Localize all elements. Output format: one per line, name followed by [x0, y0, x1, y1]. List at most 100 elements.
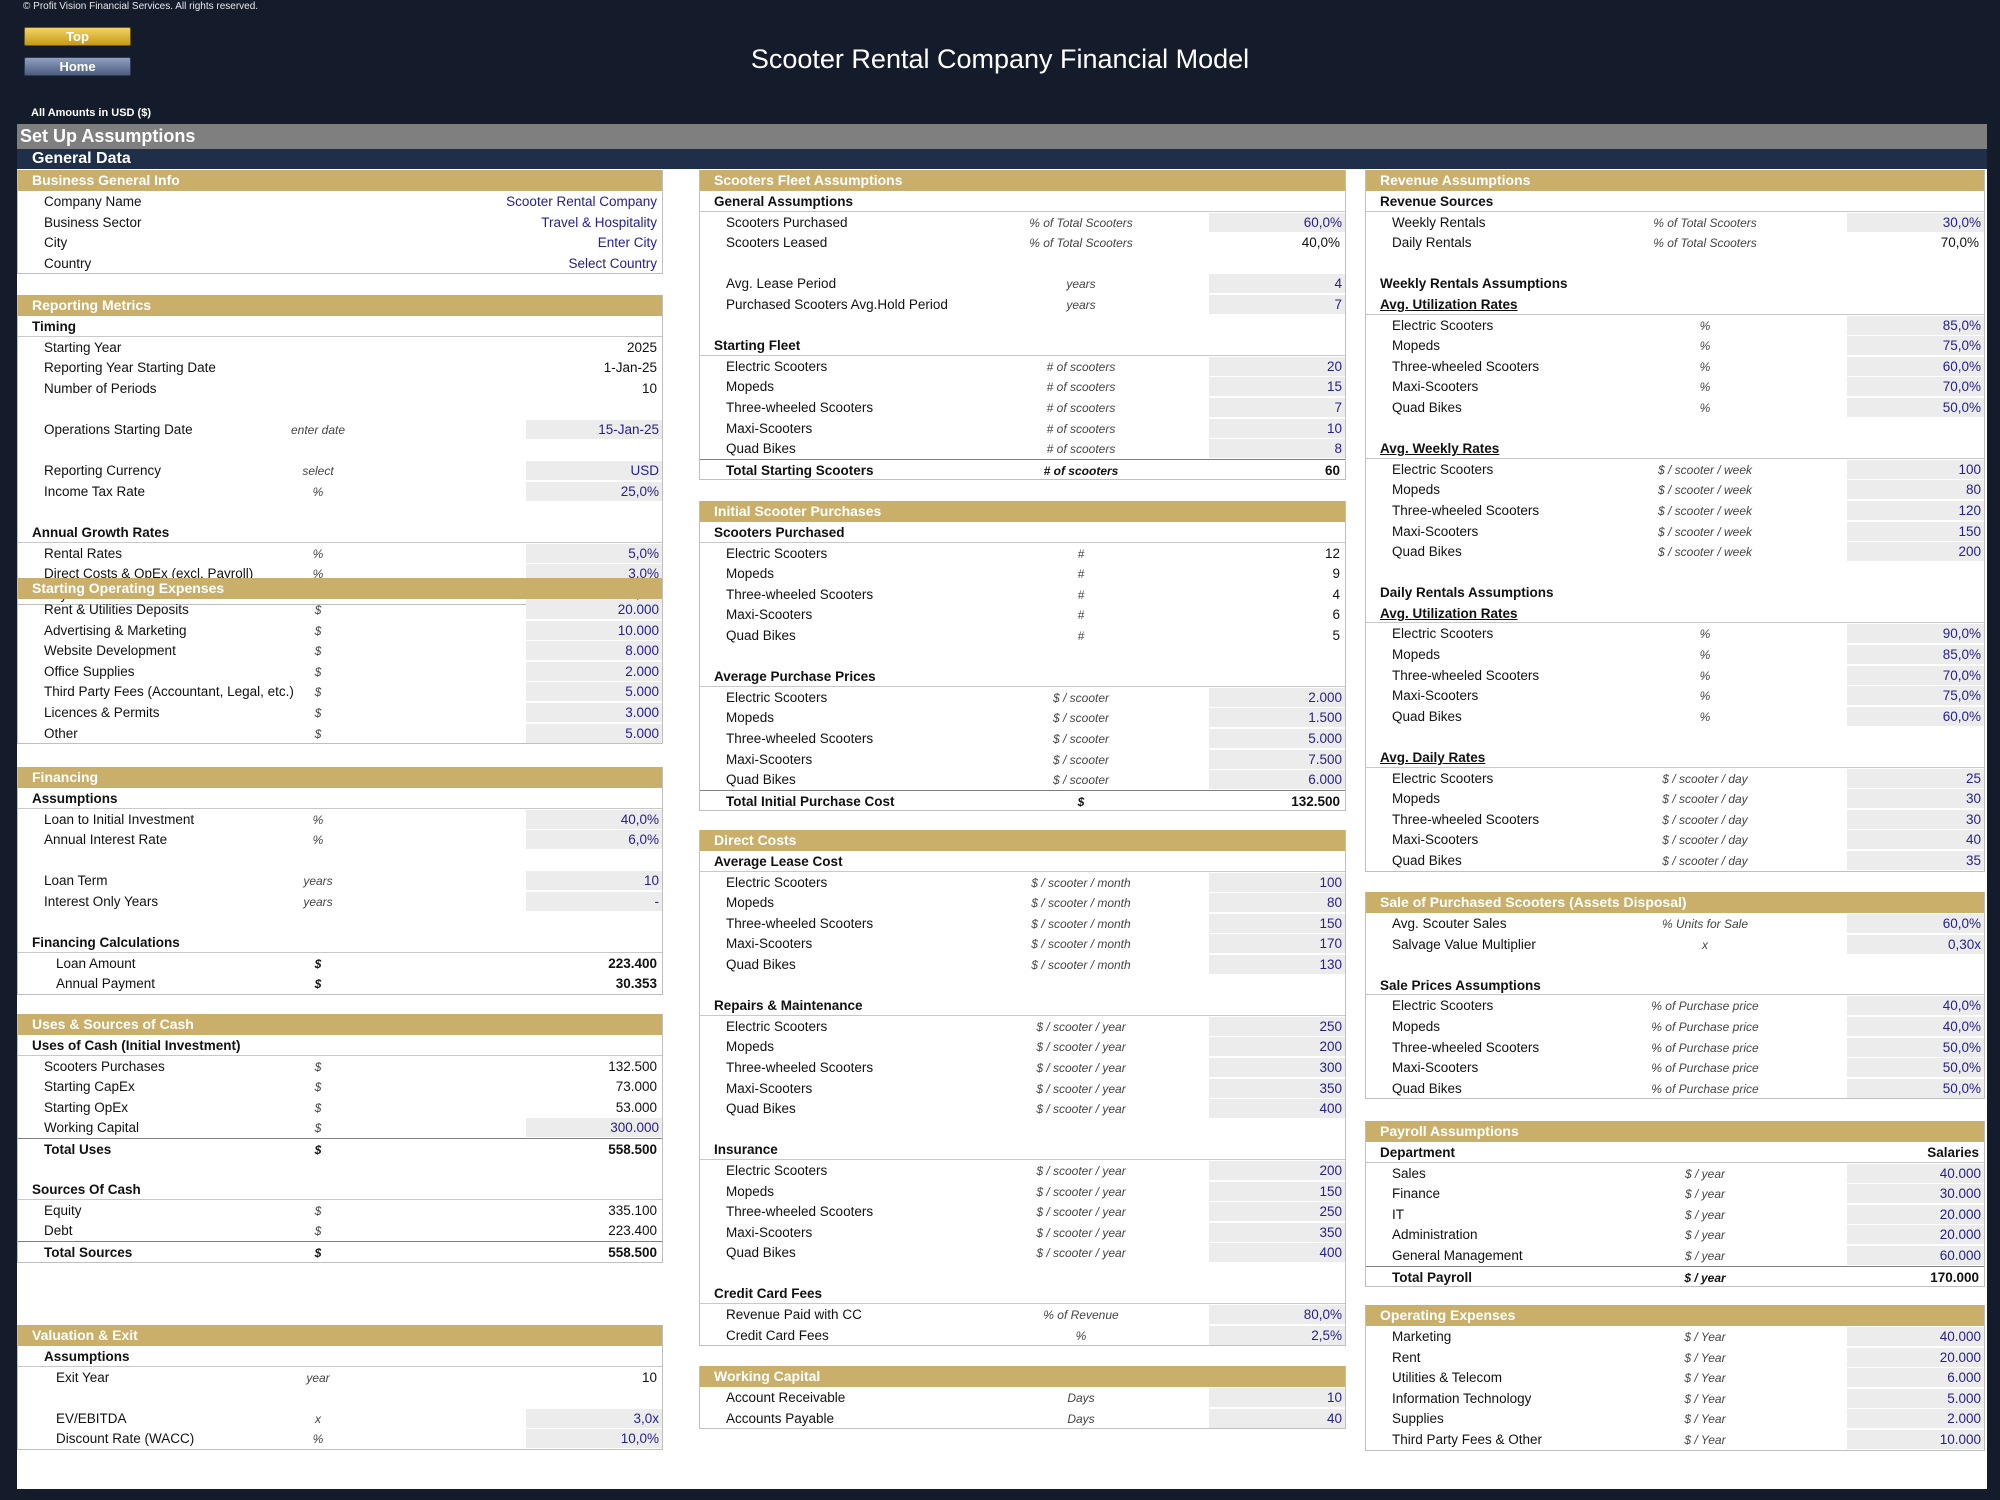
input-cell[interactable]: 40.000: [1847, 1163, 1984, 1183]
input-cell[interactable]: 80,0%: [1209, 1305, 1345, 1325]
input-cell[interactable]: 5.000: [1209, 728, 1345, 748]
input-cell[interactable]: 400: [1209, 1243, 1345, 1263]
input-cell[interactable]: 85,0%: [1847, 315, 1984, 335]
input-cell[interactable]: 130: [1209, 954, 1345, 974]
input-cell[interactable]: 40: [1209, 1408, 1345, 1428]
input-cell[interactable]: 5.000: [526, 682, 662, 702]
input-cell[interactable]: 70,0%: [1847, 377, 1984, 397]
input-cell[interactable]: 200: [1209, 1160, 1345, 1180]
input-cell[interactable]: 30: [1847, 789, 1984, 809]
input-cell[interactable]: 30: [1847, 809, 1984, 829]
input-cell[interactable]: 300: [1209, 1057, 1345, 1077]
input-cell[interactable]: 150: [1847, 521, 1984, 541]
input-cell[interactable]: 60,0%: [1209, 212, 1345, 232]
input-cell[interactable]: 75,0%: [1847, 686, 1984, 706]
input-cell[interactable]: 20: [1209, 356, 1345, 376]
input-cell[interactable]: 7.500: [1209, 749, 1345, 769]
row-label: Electric Scooters: [726, 874, 828, 890]
input-cell[interactable]: 10: [1209, 418, 1345, 438]
input-cell[interactable]: 300.000: [526, 1118, 662, 1138]
input-cell[interactable]: 40,0%: [1847, 1016, 1984, 1036]
input-cell[interactable]: 75,0%: [1847, 336, 1984, 356]
input-cell[interactable]: USD: [526, 461, 662, 481]
input-cell[interactable]: 350: [1209, 1222, 1345, 1242]
input-cell[interactable]: 5,0%: [526, 543, 662, 563]
input-cell[interactable]: 10.000: [1847, 1429, 1984, 1449]
input-cell[interactable]: 120: [1847, 500, 1984, 520]
input-cell[interactable]: 5.000: [1847, 1388, 1984, 1408]
input-cell[interactable]: 250: [1209, 1202, 1345, 1222]
unit-label: #: [1077, 628, 1085, 643]
input-cell[interactable]: 25: [1847, 768, 1984, 788]
input-cell[interactable]: 50,0%: [1847, 397, 1984, 417]
input-cell[interactable]: 20.000: [1847, 1204, 1984, 1224]
input-cell[interactable]: 10: [526, 871, 662, 891]
input-cell[interactable]: 2,5%: [1209, 1325, 1345, 1345]
input-cell[interactable]: 40,0%: [526, 809, 662, 829]
input-cell[interactable]: 100: [1847, 459, 1984, 479]
input-cell[interactable]: 8: [1209, 439, 1345, 459]
input-cell[interactable]: 6,0%: [526, 830, 662, 850]
row-total-payroll: Total Payroll $ / year 170.000: [1366, 1265, 1984, 1287]
input-cell[interactable]: 20.000: [1847, 1225, 1984, 1245]
input-cell[interactable]: 250: [1209, 1016, 1345, 1036]
input-cell[interactable]: 40,0%: [1847, 996, 1984, 1016]
input-cell[interactable]: 2.000: [1209, 687, 1345, 707]
input-cell[interactable]: -: [526, 891, 662, 911]
input-cell[interactable]: 80: [1209, 893, 1345, 913]
input-cell[interactable]: 200: [1209, 1037, 1345, 1057]
input-cell[interactable]: 60,0%: [1847, 356, 1984, 376]
input-cell[interactable]: 1.500: [1209, 708, 1345, 728]
unit-label: $ / scooter / week: [1657, 483, 1753, 498]
input-cell[interactable]: 0,30x: [1847, 934, 1984, 954]
input-cell[interactable]: 20.000: [1847, 1347, 1984, 1367]
input-cell[interactable]: 90,0%: [1847, 624, 1984, 644]
input-cell[interactable]: 15-Jan-25: [526, 419, 662, 439]
row-label: Mopeds: [726, 566, 775, 582]
row-loan-amount: Loan Amount $223.400: [18, 953, 662, 974]
input-cell[interactable]: 200: [1847, 542, 1984, 562]
input-cell[interactable]: 150: [1209, 1181, 1345, 1201]
input-cell[interactable]: 170: [1209, 934, 1345, 954]
input-cell[interactable]: 6.000: [1209, 770, 1345, 790]
input-cell[interactable]: 60,0%: [1847, 706, 1984, 726]
input-cell[interactable]: 8.000: [526, 641, 662, 661]
input-cell[interactable]: 350: [1209, 1078, 1345, 1098]
input-cell[interactable]: 10,0%: [526, 1429, 662, 1449]
unit-label: # of scooters: [1046, 359, 1116, 374]
input-cell[interactable]: 15: [1209, 377, 1345, 397]
input-cell[interactable]: 3.000: [526, 702, 662, 722]
input-cell[interactable]: 20.000: [526, 600, 662, 619]
input-cell[interactable]: 10: [1209, 1388, 1345, 1407]
input-cell[interactable]: 150: [1209, 913, 1345, 933]
input-cell[interactable]: 25,0%: [526, 481, 662, 501]
input-cell[interactable]: 30.000: [1847, 1184, 1984, 1204]
input-cell[interactable]: 70,0%: [1847, 665, 1984, 685]
input-cell[interactable]: 60,0%: [1847, 914, 1984, 933]
row-exit-year: Exit Year year 10: [18, 1367, 662, 1388]
input-cell[interactable]: 40.000: [1847, 1327, 1984, 1346]
input-cell[interactable]: 60.000: [1847, 1245, 1984, 1265]
row-label: General Management: [1392, 1247, 1523, 1263]
input-cell[interactable]: 6.000: [1847, 1368, 1984, 1388]
input-cell[interactable]: 50,0%: [1847, 1078, 1984, 1098]
input-cell[interactable]: 100: [1209, 872, 1345, 892]
input-cell[interactable]: 10.000: [526, 620, 662, 640]
input-cell[interactable]: 7: [1209, 294, 1345, 314]
input-cell[interactable]: 40: [1847, 830, 1984, 850]
input-cell[interactable]: 35: [1847, 851, 1984, 870]
input-cell[interactable]: 7: [1209, 397, 1345, 417]
input-cell[interactable]: 2.000: [1847, 1409, 1984, 1429]
input-cell[interactable]: 85,0%: [1847, 645, 1984, 665]
input-cell[interactable]: 5.000: [526, 723, 662, 743]
input-cell[interactable]: 30,0%: [1847, 212, 1984, 232]
input-cell[interactable]: 50,0%: [1847, 1037, 1984, 1057]
input-cell[interactable]: 3,0x: [526, 1408, 662, 1428]
input-cell[interactable]: 80: [1847, 480, 1984, 500]
input-cell[interactable]: 400: [1209, 1099, 1345, 1119]
row-label: Quad Bikes: [726, 1101, 796, 1117]
input-cell[interactable]: 50,0%: [1847, 1058, 1984, 1078]
input-cell[interactable]: 2.000: [526, 661, 662, 681]
input-cell[interactable]: 4: [1209, 274, 1345, 294]
value-cell: 132.500: [608, 1058, 657, 1074]
